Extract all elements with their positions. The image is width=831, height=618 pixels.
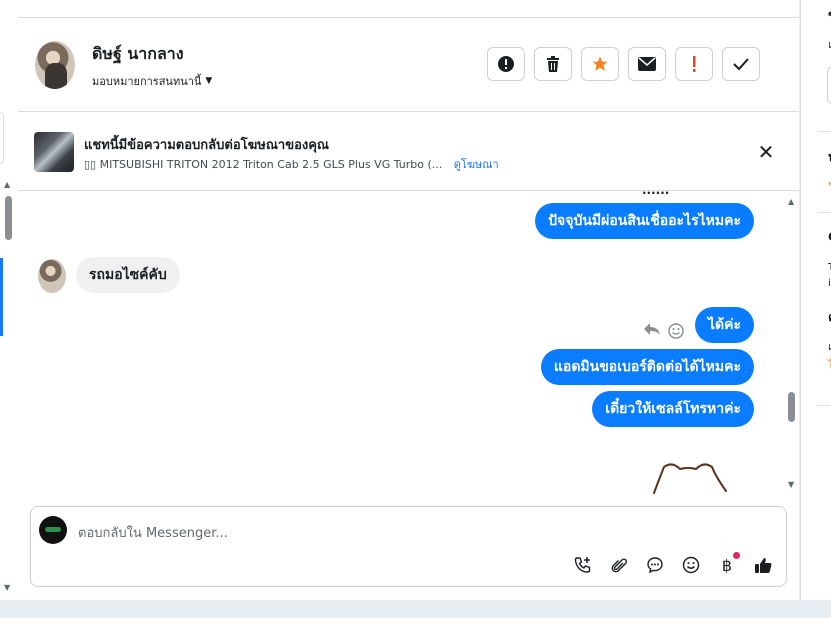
emoji-icon[interactable] [680, 554, 702, 576]
payment-baht-icon[interactable]: ฿ [716, 552, 740, 576]
follow-up-button[interactable] [675, 47, 713, 81]
message-bubble-incoming[interactable]: รถมอไซค์คับ [76, 257, 180, 293]
header-actions [487, 47, 760, 81]
truncated-message: ...... [642, 191, 669, 197]
ad-reply-banner: แชทนี้มีข้อความตอบกลับต่อโฆษณาของคุณ ▯▯ … [18, 112, 799, 191]
right-panel-input-edge[interactable] [827, 66, 831, 104]
reply-icon[interactable] [644, 323, 660, 343]
assign-label: มอบหมายการสนทนานี้ [92, 75, 202, 88]
conversation-header: ดิษฐ์ นากลาง มอบหมายการสนทนานี้ ▼ [18, 18, 799, 112]
mark-done-button[interactable] [722, 47, 760, 81]
thumbs-up-icon[interactable] [752, 554, 774, 576]
message-bubble-outgoing[interactable]: เดี๋ยวให้เซลล์โทรหาค่ะ [592, 391, 754, 427]
message-bubble-outgoing[interactable]: ได้ค่ะ [694, 307, 754, 343]
message-bubble-outgoing[interactable]: ปัจจุบันมีผ่อนสินเชื่ออะไรไหมคะ [535, 203, 754, 239]
notification-dot [733, 552, 740, 559]
thread-scroll-up-arrow[interactable]: ▲ [788, 197, 794, 206]
trash-icon [547, 56, 559, 72]
message-bubble-outgoing[interactable]: แอดมินขอเบอร์ติดต่อได้ไหมคะ [540, 349, 754, 385]
call-add-icon[interactable] [572, 554, 594, 576]
cat-sticker[interactable] [650, 461, 730, 495]
star-button[interactable] [581, 47, 619, 81]
page-bottom-band [0, 600, 831, 618]
right-panel-divider [817, 212, 831, 213]
delete-button[interactable] [534, 47, 572, 81]
contact-avatar-small [38, 259, 66, 293]
saved-replies-icon[interactable] [644, 554, 666, 576]
conversation-list-strip: ▲ ▼ [0, 0, 19, 600]
view-ad-link[interactable]: ดูโฆษณา [454, 158, 499, 171]
composer-toolbar: ฿ [572, 552, 774, 576]
right-details-panel: ข แ ป ฑ C T i ค แ ไ [800, 0, 831, 600]
list-scroll-down-arrow[interactable]: ▼ [4, 583, 10, 592]
attachment-icon[interactable] [608, 554, 630, 576]
page-avatar [39, 516, 67, 544]
thread-scrollbar-thumb[interactable] [788, 392, 795, 422]
contact-avatar[interactable] [35, 41, 75, 89]
ad-thumbnail[interactable] [34, 132, 74, 172]
right-panel-divider [817, 405, 831, 406]
right-panel-divider [817, 131, 831, 132]
message-thread: ...... ปัจจุบันมีผ่อนสินเชื่ออะไรไหมคะ ร… [18, 191, 799, 495]
top-divider [18, 0, 799, 18]
close-icon[interactable]: ✕ [754, 140, 778, 164]
message-tools [644, 323, 684, 343]
star-icon [592, 56, 608, 71]
assign-conversation-dropdown[interactable]: มอบหมายการสนทนานี้ ▼ [92, 72, 212, 90]
contact-name[interactable]: ดิษฐ์ นากลาง [92, 42, 184, 67]
exclamation-icon [693, 56, 696, 72]
mark-unread-button[interactable] [628, 47, 666, 81]
reply-composer: ตอบกลับใน Messenger... ฿ [30, 506, 787, 587]
chevron-down-icon: ▼ [205, 76, 213, 86]
active-conversation-indicator [0, 258, 3, 336]
react-smiley-icon[interactable] [668, 323, 684, 343]
ad-banner-title: แชทนี้มีข้อความตอบกลับต่อโฆษณาของคุณ [84, 138, 329, 153]
exclamation-circle-icon [498, 56, 514, 72]
conversation-panel: ดิษฐ์ นากลาง มอบหมายการสนทนานี้ ▼ แชทนี้… [18, 0, 799, 600]
reply-input[interactable]: ตอบกลับใน Messenger... [78, 522, 228, 543]
list-scrollbar-thumb[interactable] [5, 196, 12, 240]
checkmark-icon [733, 58, 749, 71]
ad-description: ▯▯ MITSUBISHI TRITON 2012 Triton Cab 2.5… [84, 158, 443, 171]
thread-scroll-down-arrow[interactable]: ▼ [788, 480, 794, 489]
ad-banner-subtitle: ▯▯ MITSUBISHI TRITON 2012 Triton Cab 2.5… [84, 155, 499, 173]
report-spam-button[interactable] [487, 47, 525, 81]
list-scroll-up-arrow[interactable]: ▲ [4, 180, 10, 189]
right-panel-text-fragment: i [828, 278, 831, 289]
envelope-icon [638, 57, 656, 71]
conversation-card-edge[interactable] [0, 112, 4, 164]
